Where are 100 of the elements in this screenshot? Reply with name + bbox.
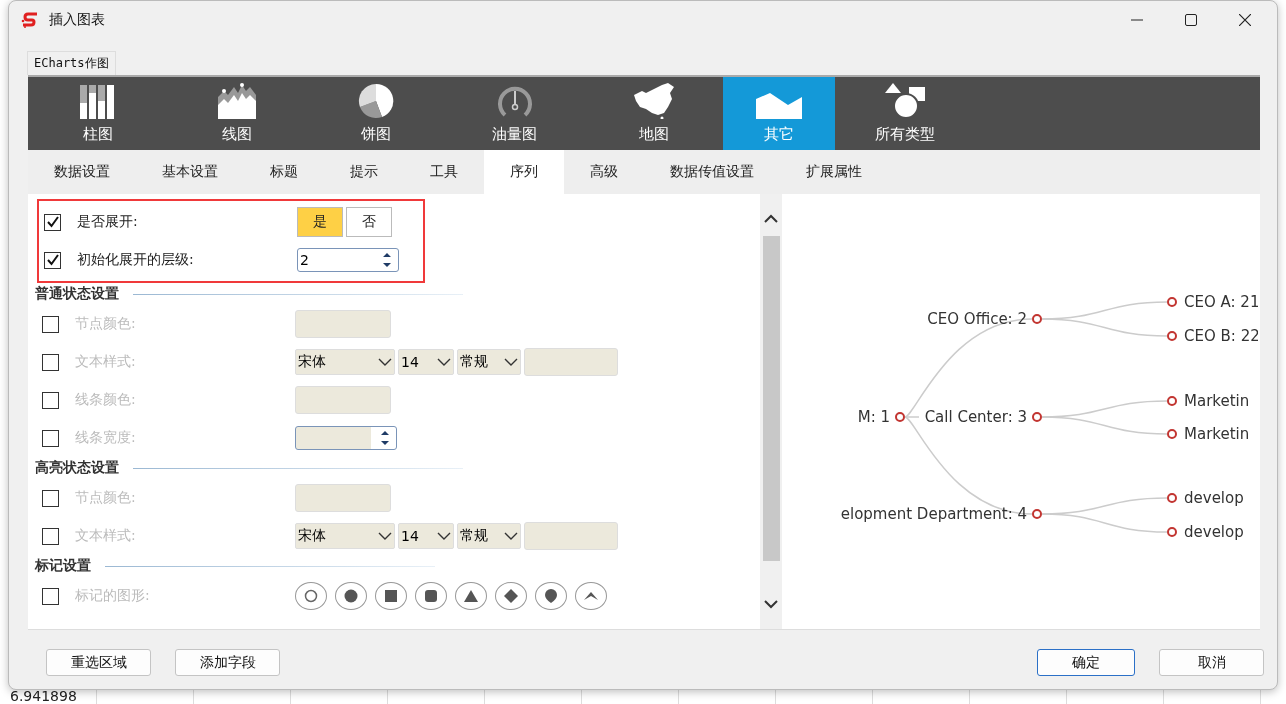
field-label: 节点颜色: <box>75 315 137 333</box>
field-label: 文本样式: <box>75 527 137 545</box>
cell-text: 6.941898 <box>10 688 77 704</box>
checkbox[interactable] <box>42 353 59 371</box>
marker-shape-icon <box>303 588 319 604</box>
color-field[interactable] <box>295 310 391 338</box>
chevron-down-icon <box>378 358 392 366</box>
checkbox[interactable] <box>42 527 59 545</box>
checkbox[interactable] <box>44 213 61 231</box>
tree-node <box>1167 331 1177 341</box>
checkbox[interactable] <box>42 587 59 605</box>
node-label: CEO A: 21 <box>1184 293 1258 311</box>
tab[interactable]: 扩展属性 <box>780 150 888 194</box>
checkbox[interactable] <box>42 391 59 409</box>
dialog-button[interactable]: 重选区域 <box>46 649 151 676</box>
marker-button[interactable] <box>495 582 527 610</box>
color-field[interactable] <box>295 484 391 512</box>
node-label: elopment Department: 4 <box>840 505 1027 523</box>
node-label: Marketin <box>1184 425 1250 443</box>
field-label: 节点颜色: <box>75 489 137 507</box>
checkbox[interactable] <box>42 429 59 447</box>
size-dropdown[interactable]: 14 <box>398 523 454 549</box>
dialog-button[interactable]: 取消 <box>1159 649 1264 676</box>
dialog-button[interactable]: 确定 <box>1037 649 1135 676</box>
node-label: Marketin <box>1184 392 1250 410</box>
chevron-down-icon <box>378 532 392 540</box>
style-dropdown[interactable]: 常规 <box>457 523 521 549</box>
chevron-down-icon <box>437 358 451 366</box>
section-title: 普通状态设置 <box>35 285 119 303</box>
node-label: M: 1 <box>857 408 890 426</box>
tree-node <box>895 412 905 422</box>
option-button[interactable]: 是 <box>297 207 343 237</box>
tree-node <box>1167 297 1177 307</box>
tree-node <box>1032 509 1042 519</box>
marker-button[interactable] <box>375 582 407 610</box>
close-icon[interactable] <box>1239 14 1251 26</box>
tab[interactable]: 高级 <box>564 150 644 194</box>
scroll-up-icon[interactable] <box>764 214 778 224</box>
option-button[interactable]: 否 <box>346 207 392 237</box>
pie-chart-icon <box>357 83 394 119</box>
style-dropdown[interactable]: 常规 <box>457 349 521 375</box>
color-field[interactable] <box>524 522 618 550</box>
scroll-down-icon[interactable] <box>764 599 778 609</box>
chart-type-tab[interactable]: 所有类型 <box>835 77 974 150</box>
chevron-down-icon <box>504 358 518 366</box>
chart-type-tab[interactable]: 饼图 <box>306 77 445 150</box>
tab[interactable]: 提示 <box>324 150 404 194</box>
color-field[interactable] <box>524 348 618 376</box>
chevron-down-icon <box>437 532 451 540</box>
chart-type-tab[interactable]: 地图 <box>584 77 723 150</box>
bar-chart-icon <box>79 85 116 119</box>
field-label: 文本样式: <box>75 353 137 371</box>
section-title: 标记设置 <box>35 557 91 575</box>
chart-type-tab[interactable]: 线图 <box>167 77 306 150</box>
map-icon <box>631 83 676 119</box>
tree-node <box>1167 527 1177 537</box>
maximize-icon[interactable] <box>1185 14 1197 26</box>
tree-node <box>1032 412 1042 422</box>
marker-shape-icon <box>343 588 359 604</box>
node-label: CEO B: 22 <box>1184 327 1258 345</box>
font-dropdown[interactable]: 宋体 <box>295 349 395 375</box>
spinner-arrows-icon[interactable] <box>380 429 390 447</box>
marker-button[interactable] <box>415 582 447 610</box>
wave-shape-icon <box>756 93 802 119</box>
marker-shape-icon <box>543 588 559 604</box>
node-label: Call Center: 3 <box>924 408 1027 426</box>
section-title: 高亮状态设置 <box>35 459 119 477</box>
size-dropdown[interactable]: 14 <box>398 349 454 375</box>
checkbox[interactable] <box>42 315 59 333</box>
tab[interactable]: 数据传值设置 <box>644 150 780 194</box>
marker-button[interactable] <box>535 582 567 610</box>
marker-shape-icon <box>503 588 519 604</box>
scrollbar[interactable] <box>760 194 782 629</box>
number-field[interactable]: 2 <box>297 248 399 272</box>
font-dropdown[interactable]: 宋体 <box>295 523 395 549</box>
chevron-down-icon <box>504 532 518 540</box>
color-field[interactable] <box>295 386 391 414</box>
spinner-arrows-icon[interactable] <box>382 251 392 269</box>
tab[interactable]: 工具 <box>404 150 484 194</box>
tab[interactable]: 序列 <box>484 150 564 194</box>
tab[interactable]: 标题 <box>244 150 324 194</box>
checkbox[interactable] <box>42 489 59 507</box>
number-field[interactable] <box>295 426 397 450</box>
dialog-button[interactable]: 添加字段 <box>175 649 280 676</box>
tree-node <box>1032 314 1042 324</box>
tree-node <box>1167 396 1177 406</box>
field-label: 是否展开: <box>77 213 139 231</box>
field-label: 线条宽度: <box>75 429 137 447</box>
tab[interactable]: ECharts作图 <box>27 51 116 75</box>
tab[interactable]: 基本设置 <box>136 150 244 194</box>
chart-type-tab[interactable]: 柱图 <box>28 77 167 150</box>
marker-button[interactable] <box>295 582 327 610</box>
marker-button[interactable] <box>335 582 367 610</box>
marker-button[interactable] <box>575 582 607 610</box>
checkbox[interactable] <box>44 251 61 269</box>
tab[interactable]: 数据设置 <box>28 150 136 194</box>
tree-node <box>1167 429 1177 439</box>
chart-type-tab[interactable]: 油量图 <box>445 77 584 150</box>
marker-button[interactable] <box>455 582 487 610</box>
area-chart-icon <box>217 83 256 119</box>
